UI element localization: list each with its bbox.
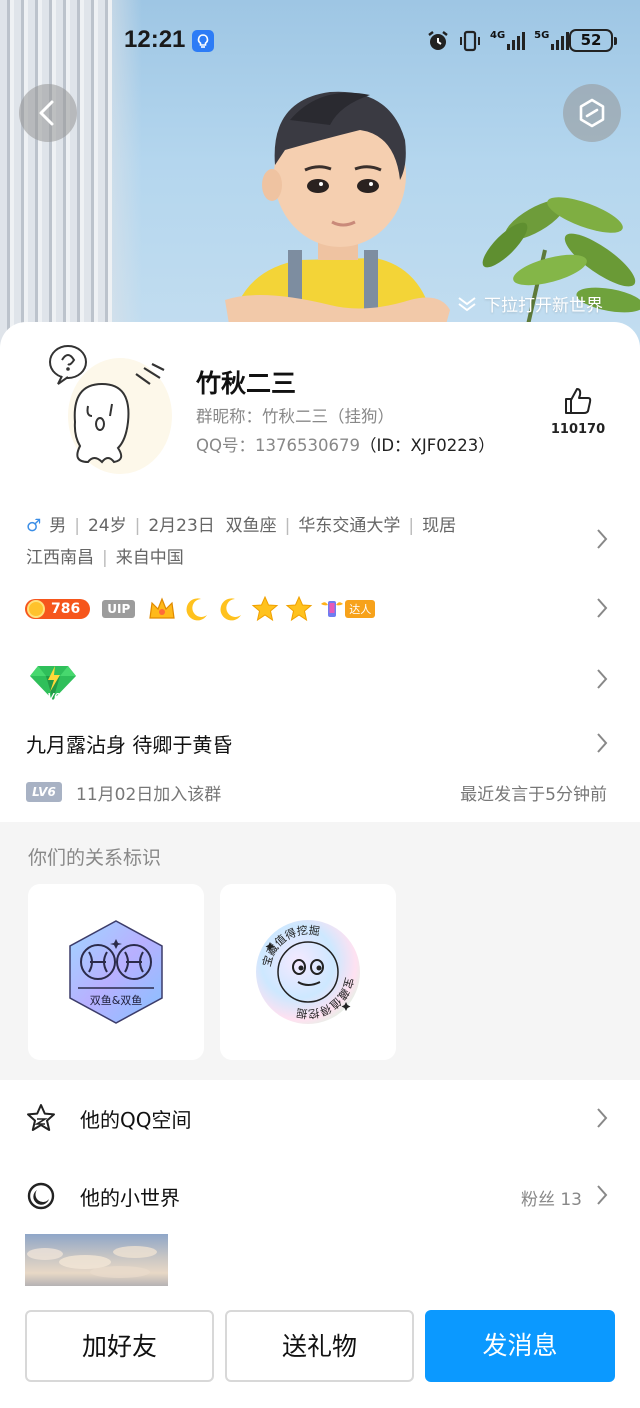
profile-cover: 12:21 4G 5G 52 下拉打开新世界 xyxy=(0,0,640,360)
coin-icon xyxy=(27,600,45,618)
pisces-badge-icon: 双鱼&双鱼 xyxy=(69,920,163,1024)
star-badge-icon xyxy=(285,595,313,622)
personal-signature[interactable]: 九月露沾身 待卿于黄昏 xyxy=(26,729,232,758)
status-bar: 12:21 4G 5G 52 xyxy=(0,0,640,80)
moon-icon xyxy=(27,1182,55,1210)
send-message-button[interactable]: 发消息 xyxy=(425,1310,615,1382)
moon-badge-icon xyxy=(186,598,208,621)
coin-badge: 786 xyxy=(25,599,91,619)
star-badge-icon xyxy=(251,595,279,622)
chevron-right-icon[interactable] xyxy=(595,731,609,755)
add-friend-button[interactable]: 加好友 xyxy=(25,1310,214,1382)
group-level-tag: LV6 xyxy=(26,782,62,802)
qq-label: QQ号： xyxy=(196,436,255,455)
info-gender: 男 xyxy=(49,516,67,536)
basic-info[interactable]: ♂ 男 | 24岁 | 2月23日 双鱼座 | 华东交通大学 | 现居 江西南昌 | 来自中国 xyxy=(26,510,566,574)
info-location-label: 现居 xyxy=(422,516,457,536)
pisces-caption: 双鱼&双鱼 xyxy=(90,993,143,1007)
moon-badge-icon xyxy=(220,598,242,621)
chevron-right-icon[interactable] xyxy=(595,667,609,691)
vibrate-icon xyxy=(460,30,480,52)
relation-card-treasure[interactable]: 宝藏值得挖掘 宝藏值得挖掘 xyxy=(220,884,396,1060)
thumbs-up-icon xyxy=(565,388,592,414)
info-location: 江西南昌 xyxy=(26,548,94,568)
info-birthday: 2月23日 xyxy=(148,516,215,536)
list-item-small-world[interactable]: 他的小世界 粉丝 13 xyxy=(0,1160,640,1230)
theme-button[interactable] xyxy=(563,84,621,142)
alarm-icon xyxy=(428,31,448,50)
bulb-icon xyxy=(192,30,214,52)
back-button[interactable] xyxy=(19,84,77,142)
star-icon xyxy=(27,1104,55,1131)
cloud-photo xyxy=(27,1246,157,1278)
daren-badge: 达人 xyxy=(345,600,376,618)
male-icon: ♂ xyxy=(26,516,42,536)
list-item-qzone[interactable]: 他的QQ空间 xyxy=(0,1083,640,1153)
group-join-date: 11月02日加入该群 xyxy=(76,785,222,805)
pull-down-hint[interactable]: 下拉打开新世界 xyxy=(456,291,603,316)
small-world-label: 他的小世界 xyxy=(80,1186,180,1210)
info-zodiac: 双鱼座 xyxy=(225,516,277,536)
qzone-label: 他的QQ空间 xyxy=(80,1108,192,1132)
qq-number[interactable]: 1376530679 xyxy=(255,436,360,455)
pull-hint-text: 下拉打开新世界 xyxy=(484,296,603,316)
signal-4g-icon: 4G xyxy=(490,31,526,51)
uip-badge: UIP xyxy=(102,600,136,618)
status-icons: 4G 5G xyxy=(426,28,570,54)
chevron-right-icon xyxy=(597,1185,608,1205)
chevron-left-icon xyxy=(39,100,54,126)
gem-level-label: LV6 xyxy=(42,692,60,702)
crown-icon xyxy=(149,597,175,619)
group-nickname: 群昵称：竹秋二三（挂狗） xyxy=(196,407,394,426)
like-count: 110170 xyxy=(550,422,606,437)
phone-wings-icon xyxy=(321,601,344,617)
user-name: 竹秋二三 xyxy=(196,369,297,398)
info-school: 华东交通大学 xyxy=(298,516,401,536)
chevron-right-icon[interactable] xyxy=(595,527,609,551)
info-origin: 来自中国 xyxy=(115,548,184,568)
info-age: 24岁 xyxy=(87,516,127,536)
level-gem-icon[interactable]: LV6 xyxy=(28,660,78,702)
double-chevron-down-icon xyxy=(458,296,476,311)
small-world-thumbnail[interactable] xyxy=(25,1234,168,1286)
signal-5g-icon: 5G xyxy=(534,31,570,51)
battery-indicator: 52 xyxy=(569,29,617,52)
hexagon-icon xyxy=(579,98,605,128)
treasure-badge-icon: 宝藏值得挖掘 宝藏值得挖掘 xyxy=(256,920,360,1024)
fans-count: 粉丝 13 xyxy=(520,1190,582,1210)
like-button[interactable]: 110170 xyxy=(548,386,608,437)
chevron-right-icon xyxy=(597,1108,608,1128)
status-time: 12:21 xyxy=(124,26,186,53)
chevron-right-icon[interactable] xyxy=(595,596,609,620)
send-gift-button[interactable]: 送礼物 xyxy=(225,1310,414,1382)
last-speak-time: 最近发言于5分钟前 xyxy=(460,785,607,805)
badge-row[interactable]: 786 UIP 达人 xyxy=(25,593,376,625)
qq-number-line: QQ号：1376530679（ID：XJF0223） xyxy=(196,432,495,456)
relation-card-pisces[interactable]: 双鱼&双鱼 xyxy=(28,884,204,1060)
relation-title: 你们的关系标识 xyxy=(28,847,162,869)
user-avatar[interactable] xyxy=(40,336,172,476)
qq-id: （ID：XJF0223） xyxy=(359,436,495,455)
